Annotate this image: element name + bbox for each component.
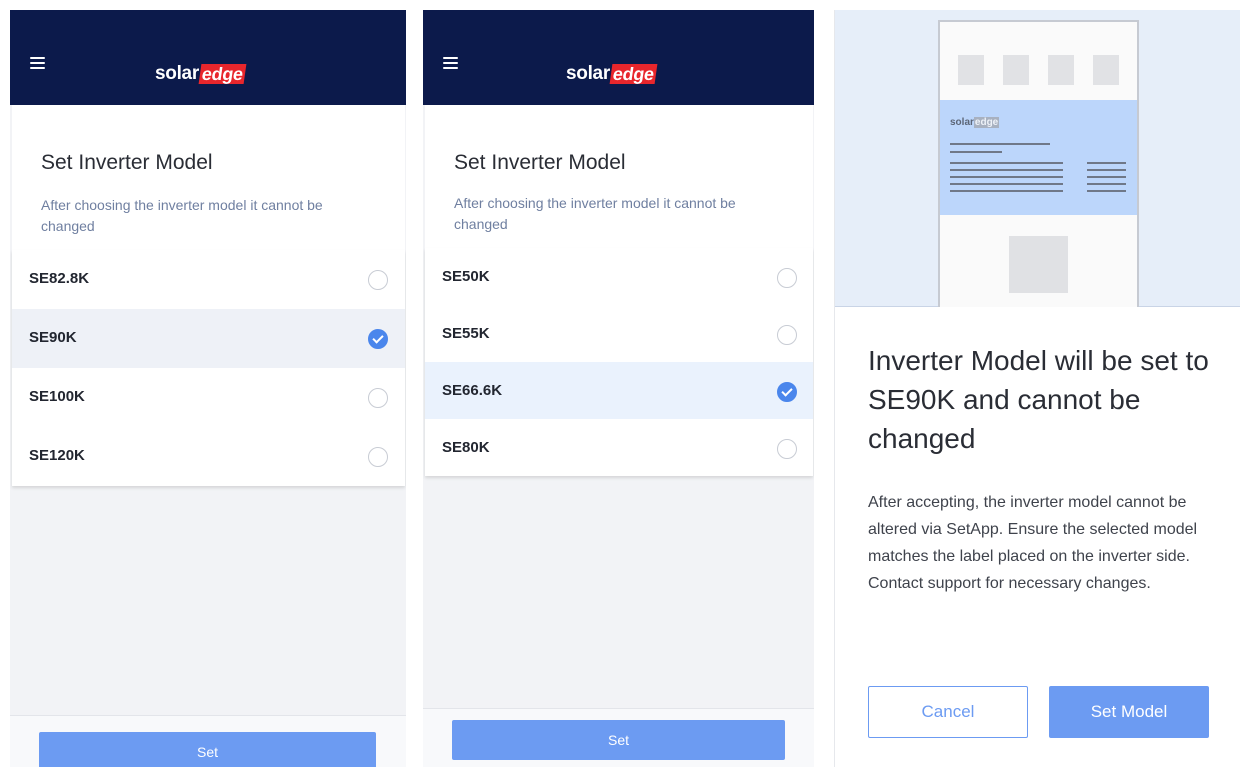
- model-option-selected[interactable]: SE66.6K: [425, 362, 813, 419]
- illustration-line: [950, 169, 1063, 171]
- model-option-label: SE120K: [29, 447, 85, 464]
- radio-button[interactable]: [777, 439, 797, 459]
- solaredge-logo: solar edge: [155, 62, 247, 86]
- model-option-label: SE82.8K: [29, 270, 90, 287]
- logo-accent: edge: [198, 64, 247, 84]
- model-option[interactable]: SE55K: [425, 305, 813, 362]
- illustration-tile: [1009, 236, 1068, 293]
- illustration-tile: [1093, 55, 1119, 85]
- title-card: Set Inverter Model After choosing the in…: [12, 105, 405, 250]
- inverter-model-screen-1: solar edge Set Inverter Model After choos…: [10, 10, 406, 767]
- illustration-line: [950, 190, 1063, 192]
- illustration-logo-accent: edge: [973, 117, 1000, 128]
- model-option-label: SE100K: [29, 388, 85, 405]
- confirm-dialog-screen: solaredge Inverter Model will be set to …: [834, 10, 1240, 767]
- logo-word: solar: [566, 63, 610, 84]
- set-button[interactable]: Set: [39, 732, 376, 767]
- illustration-line: [950, 143, 1050, 145]
- radio-button[interactable]: [777, 325, 797, 345]
- model-option-label: SE90K: [29, 329, 77, 346]
- title-card: Set Inverter Model After choosing the in…: [425, 105, 813, 248]
- illustration-tile: [1003, 55, 1029, 85]
- model-option[interactable]: SE50K: [425, 248, 813, 305]
- dialog-body: After accepting, the inverter model cann…: [868, 494, 1198, 592]
- illustration-line: [1087, 162, 1126, 164]
- page-title: Set Inverter Model: [454, 151, 626, 174]
- illustration-line: [1087, 190, 1126, 192]
- model-option-label: SE55K: [442, 325, 490, 342]
- illustration-line: [950, 162, 1063, 164]
- page-subtitle: After choosing the inverter model it can…: [41, 197, 323, 234]
- page-subtitle: After choosing the inverter model it can…: [454, 195, 736, 232]
- app-header: solar edge: [423, 10, 814, 105]
- radio-button[interactable]: [368, 388, 388, 408]
- radio-checked-icon[interactable]: [777, 382, 797, 402]
- set-button[interactable]: Set: [452, 720, 785, 760]
- model-options-list: SE50K SE55K SE66.6K SE80K: [425, 248, 813, 476]
- radio-button[interactable]: [777, 268, 797, 288]
- cancel-button[interactable]: Cancel: [868, 686, 1028, 738]
- illustration-line: [1087, 176, 1126, 178]
- illustration-logo: solaredge: [950, 117, 1000, 128]
- logo-accent: edge: [609, 64, 658, 84]
- radio-checked-icon[interactable]: [368, 329, 388, 349]
- hamburger-menu-icon[interactable]: [443, 57, 458, 69]
- model-option-label: SE50K: [442, 268, 490, 285]
- model-options-list: SE82.8K SE90K SE100K SE120K: [12, 250, 405, 486]
- illustration-line: [950, 176, 1063, 178]
- app-header: solar edge: [10, 10, 406, 105]
- illustration-line: [950, 183, 1063, 185]
- radio-button[interactable]: [368, 270, 388, 290]
- illustration-label-band: solaredge: [940, 100, 1137, 215]
- model-option[interactable]: SE82.8K: [12, 250, 405, 309]
- illustration-tile: [1048, 55, 1074, 85]
- illustration-logo-word: solar: [950, 117, 974, 128]
- bottom-button-bar: Set: [423, 708, 814, 767]
- set-model-button[interactable]: Set Model: [1049, 686, 1209, 738]
- illustration-tile: [958, 55, 984, 85]
- model-option[interactable]: SE100K: [12, 368, 405, 427]
- illustration-line: [1087, 183, 1126, 185]
- model-option[interactable]: SE120K: [12, 427, 405, 486]
- inverter-model-screen-2: solar edge Set Inverter Model After choos…: [423, 10, 814, 767]
- inverter-illustration: solaredge: [938, 20, 1139, 307]
- radio-button[interactable]: [368, 447, 388, 467]
- inverter-label-illustration: solaredge: [835, 10, 1240, 307]
- model-option-label: SE80K: [442, 439, 490, 456]
- hamburger-menu-icon[interactable]: [30, 57, 45, 69]
- model-option-label: SE66.6K: [442, 382, 503, 399]
- logo-word: solar: [155, 63, 199, 84]
- illustration-line: [1087, 169, 1126, 171]
- solaredge-logo: solar edge: [566, 62, 658, 86]
- page-title: Set Inverter Model: [41, 151, 213, 174]
- illustration-line: [950, 151, 1002, 153]
- model-option-selected[interactable]: SE90K: [12, 309, 405, 368]
- dialog-title: Inverter Model will be set to SE90K and …: [868, 345, 1209, 454]
- model-option[interactable]: SE80K: [425, 419, 813, 476]
- bottom-button-bar: Set: [10, 715, 406, 767]
